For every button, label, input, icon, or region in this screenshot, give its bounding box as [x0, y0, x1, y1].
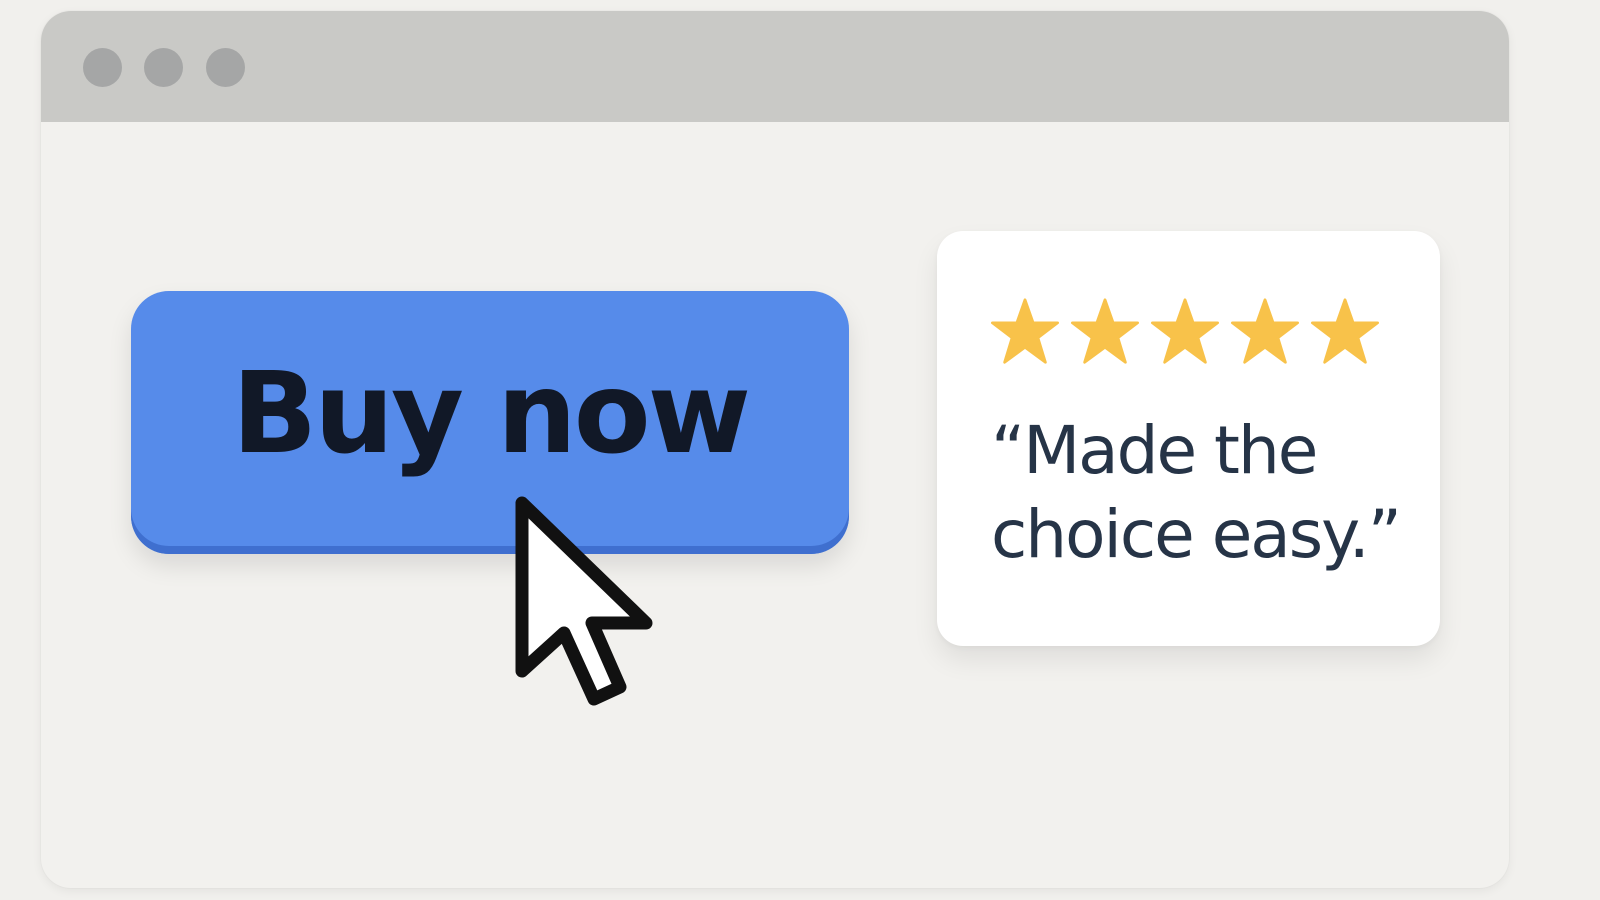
review-quote: “Made the choice easy.” [991, 412, 1402, 573]
mouse-pointer-icon [515, 496, 653, 706]
star-icon [1311, 298, 1379, 364]
buy-now-button[interactable]: Buy now [131, 291, 849, 554]
star-icon [1071, 298, 1139, 364]
window-control-dot-2[interactable] [144, 48, 183, 87]
star-icon [1231, 298, 1299, 364]
window-titlebar [41, 11, 1509, 122]
window-control-dot-1[interactable] [83, 48, 122, 87]
review-card: “Made the choice easy.” [937, 231, 1440, 646]
window-control-dot-3[interactable] [206, 48, 245, 87]
star-icon [1151, 298, 1219, 364]
star-rating [991, 297, 1379, 365]
buy-now-label: Buy now [231, 348, 751, 479]
star-icon [991, 298, 1059, 364]
browser-window: Buy now “Made the choice easy.” [41, 11, 1509, 888]
